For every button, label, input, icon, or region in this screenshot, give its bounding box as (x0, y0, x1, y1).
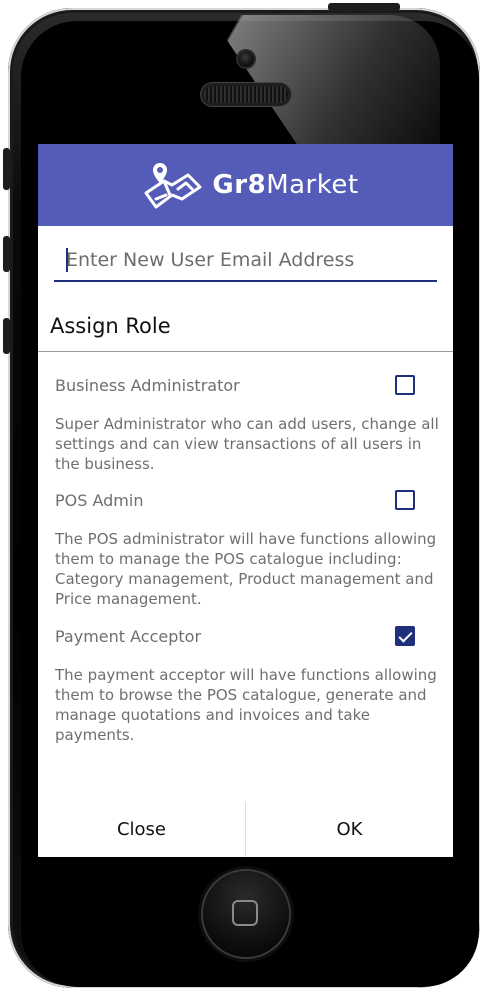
earpiece-speaker (204, 86, 288, 103)
text-cursor (66, 248, 68, 272)
role-name: POS Admin (55, 491, 144, 510)
mute-switch (3, 148, 10, 190)
role-payment-acceptor: Payment Acceptor The payment acceptor wi… (55, 627, 437, 744)
assign-role-title: Assign Role (50, 314, 171, 338)
close-button[interactable]: Close (38, 802, 245, 857)
app-screen: Gr8Market Assign Role Business Administr… (38, 144, 453, 857)
section-divider (38, 351, 453, 352)
home-square-icon (232, 900, 258, 926)
brand-bold: Gr8 (212, 170, 267, 200)
role-pos-admin: POS Admin The POS administrator will hav… (55, 491, 436, 608)
dialog-actions: Close OK (38, 802, 453, 857)
volume-down-button (3, 318, 10, 354)
app-logo: Gr8Market (142, 159, 358, 211)
map-pin-logo-icon (144, 163, 202, 209)
role-description: Super Administrator who can add users, c… (55, 415, 439, 473)
pos-admin-checkbox[interactable] (395, 490, 415, 510)
volume-up-button (3, 236, 10, 272)
power-button (328, 3, 400, 11)
email-input[interactable] (54, 242, 437, 278)
business-administrator-checkbox[interactable] (395, 375, 415, 395)
front-camera (238, 51, 254, 67)
role-business-administrator: Business Administrator Super Administrat… (55, 376, 439, 473)
role-name: Payment Acceptor (55, 627, 202, 646)
role-description: The payment acceptor will have functions… (55, 666, 437, 744)
home-button[interactable] (203, 871, 289, 957)
brand-light: Market (266, 170, 359, 200)
role-description: The POS administrator will have function… (55, 530, 437, 608)
brand-name: Gr8Market (212, 170, 358, 200)
role-name: Business Administrator (55, 376, 240, 395)
app-header: Gr8Market (38, 144, 453, 226)
ok-button[interactable]: OK (246, 802, 453, 857)
payment-acceptor-checkbox[interactable] (395, 626, 415, 646)
email-field-container (54, 242, 437, 282)
